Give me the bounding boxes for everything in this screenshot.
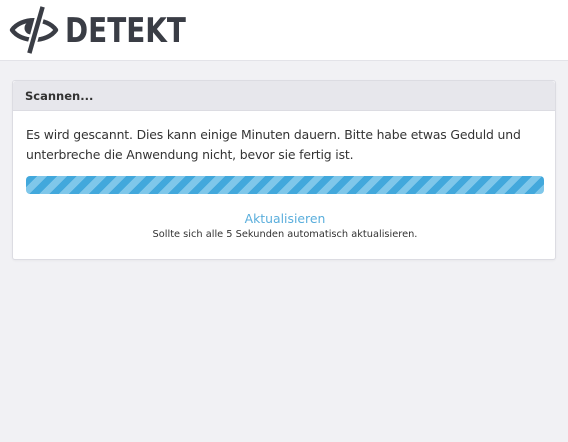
scan-panel: Scannen... Es wird gescannt. Dies kann e…	[12, 80, 556, 260]
refresh-note: Sollte sich alle 5 Sekunden automatisch …	[152, 229, 418, 240]
brand-logo: DETEKT	[9, 6, 212, 54]
panel-title: Scannen...	[13, 81, 555, 111]
brand-name: DETEKT	[65, 11, 186, 51]
panel-body: Es wird gescannt. Dies kann einige Minut…	[13, 111, 555, 242]
progress-bar	[26, 176, 544, 194]
refresh-link[interactable]: Aktualisieren	[26, 211, 544, 227]
app-header: DETEKT	[0, 0, 568, 61]
eye-slash-icon	[9, 6, 59, 54]
scan-message: Es wird gescannt. Dies kann einige Minut…	[26, 127, 521, 162]
